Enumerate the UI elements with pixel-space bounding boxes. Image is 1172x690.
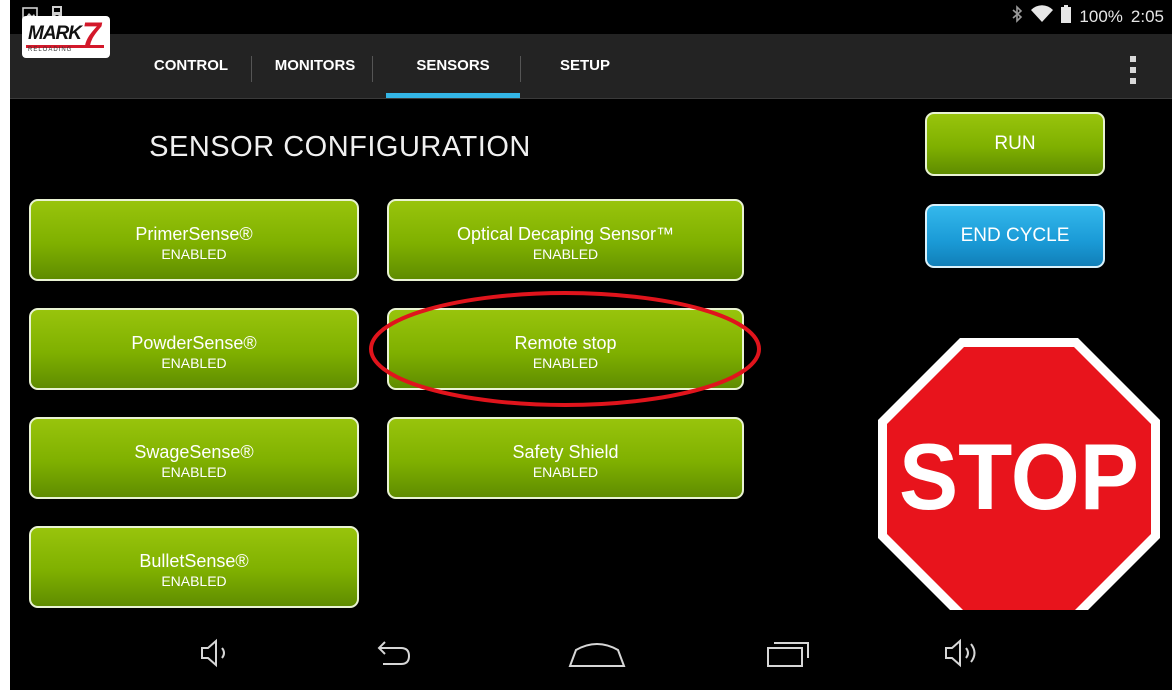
end-cycle-label: END CYCLE xyxy=(960,225,1070,246)
sensor-state: ENABLED xyxy=(161,464,227,480)
stop-label: STOP xyxy=(899,424,1139,529)
overflow-menu-icon[interactable] xyxy=(1126,56,1140,90)
sensor-name: PowderSense® xyxy=(131,333,257,353)
device-screen: 100% 2:05 MARK 7 RELOADING CONTROL MONIT… xyxy=(10,0,1172,690)
end-cycle-button[interactable]: END CYCLE xyxy=(925,204,1105,268)
tab-divider xyxy=(520,56,521,82)
swagesense-button[interactable]: SwageSense® ENABLED xyxy=(29,417,359,499)
tab-sensors[interactable]: SENSORS xyxy=(386,34,520,98)
tab-label: SENSORS xyxy=(416,57,490,74)
tab-divider xyxy=(251,56,252,82)
sensor-name: Safety Shield xyxy=(512,442,619,462)
run-label: RUN xyxy=(994,133,1036,154)
selected-tab-indicator xyxy=(386,93,520,98)
app-logo: MARK 7 RELOADING xyxy=(22,16,110,58)
run-button[interactable]: RUN xyxy=(925,112,1105,176)
navigation-bar xyxy=(10,610,1172,690)
powdersense-button[interactable]: PowderSense® ENABLED xyxy=(29,308,359,390)
logo-text: MARK xyxy=(28,23,82,44)
optical-decaping-sensor-button[interactable]: Optical Decaping Sensor™ ENABLED xyxy=(387,199,744,281)
stop-button[interactable]: STOP xyxy=(878,338,1160,620)
sensor-state: ENABLED xyxy=(161,573,227,589)
sensor-state: ENABLED xyxy=(532,246,599,262)
sensor-name: SwageSense® xyxy=(134,442,254,462)
battery-icon xyxy=(1061,5,1072,29)
clock: 2:05 xyxy=(1130,7,1164,26)
primersense-button[interactable]: PrimerSense® ENABLED xyxy=(29,199,359,281)
home-icon[interactable] xyxy=(566,636,628,670)
bulletsense-button[interactable]: BulletSense® ENABLED xyxy=(29,526,359,608)
recents-icon[interactable] xyxy=(764,636,816,670)
volume-up-icon[interactable] xyxy=(940,636,984,670)
tab-label: MONITORS xyxy=(274,57,356,74)
tab-control[interactable]: CONTROL xyxy=(132,34,250,98)
page-title: SENSOR CONFIGURATION xyxy=(149,131,531,163)
sensor-name: Optical Decaping Sensor™ xyxy=(456,224,675,244)
sensor-name: Remote stop xyxy=(514,333,617,353)
sensor-state: ENABLED xyxy=(532,355,599,371)
status-bar: 100% 2:05 xyxy=(10,0,1172,32)
logo-number: 7 xyxy=(82,16,101,54)
remote-stop-button[interactable]: Remote stop ENABLED xyxy=(387,308,744,390)
safety-shield-button[interactable]: Safety Shield ENABLED xyxy=(387,417,744,499)
sensor-state: ENABLED xyxy=(532,464,599,480)
sensor-name: PrimerSense® xyxy=(135,224,253,244)
tab-setup[interactable]: SETUP xyxy=(530,34,640,98)
wifi-icon xyxy=(1031,5,1054,29)
tab-label: SETUP xyxy=(559,57,610,74)
logo-subtitle: RELOADING xyxy=(28,47,73,53)
sensor-state: ENABLED xyxy=(161,246,227,262)
bluetooth-icon xyxy=(1011,5,1023,29)
tab-divider xyxy=(372,56,373,82)
back-icon[interactable] xyxy=(369,636,413,670)
tab-label: CONTROL xyxy=(153,57,229,74)
sensor-name: BulletSense® xyxy=(139,551,249,571)
volume-down-icon[interactable] xyxy=(196,636,240,670)
sensor-state: ENABLED xyxy=(161,355,227,371)
tab-monitors[interactable]: MONITORS xyxy=(260,34,370,98)
battery-percent: 100% xyxy=(1079,7,1123,26)
